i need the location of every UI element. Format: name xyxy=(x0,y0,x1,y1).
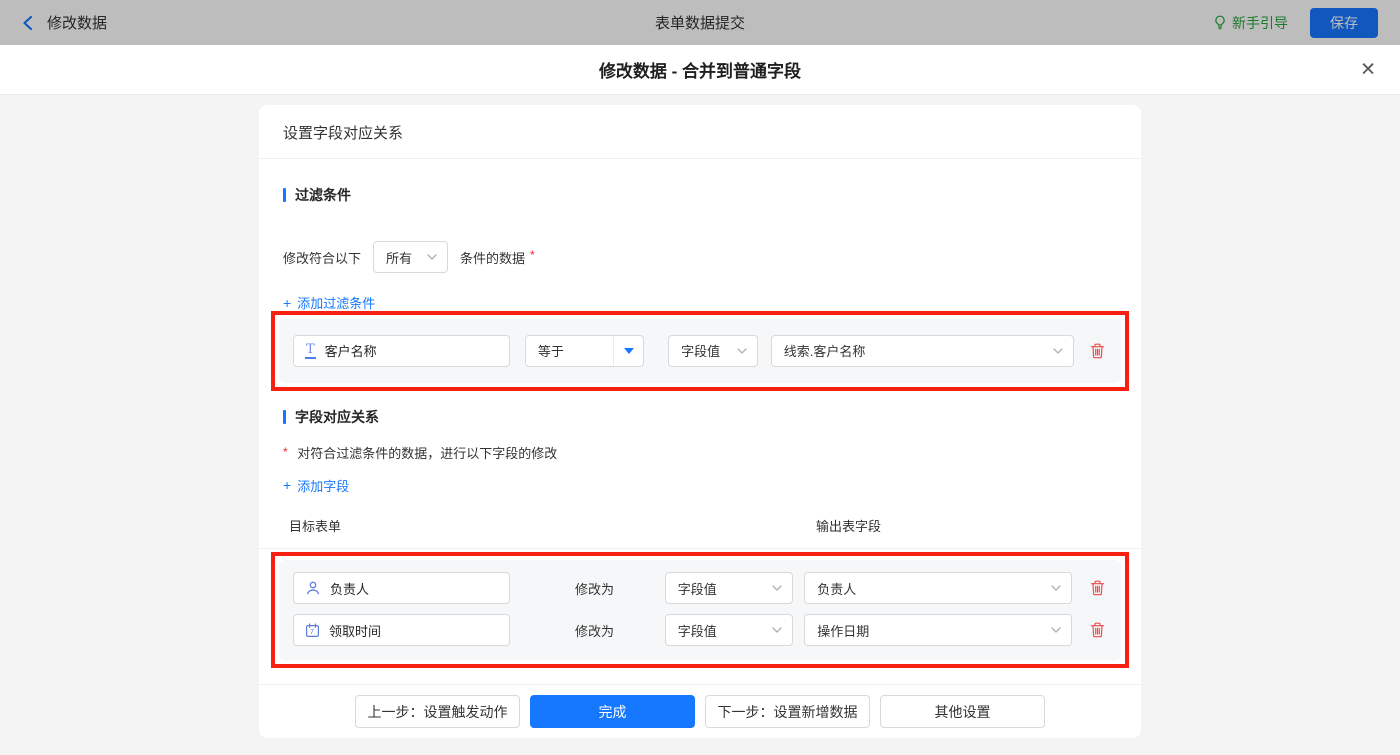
value-type-select[interactable]: 字段值 xyxy=(664,572,794,604)
chevron-down-icon xyxy=(1053,347,1063,354)
target-field-value: 领取时间 xyxy=(329,623,382,639)
delete-mapping-button[interactable] xyxy=(1088,620,1107,640)
action-label: 修改为 xyxy=(575,623,615,639)
modal-title: 修改数据 - 合并到普通字段 xyxy=(598,62,802,81)
value-type-select[interactable]: 字段值 xyxy=(664,614,794,646)
section-accent-bar xyxy=(283,409,286,424)
next-step-button[interactable]: 下一步：设置新增数据 xyxy=(705,695,870,728)
output-field-select[interactable]: 负责人 xyxy=(804,572,1072,604)
svg-text:7: 7 xyxy=(310,627,314,636)
chevron-down-icon xyxy=(737,347,747,354)
page-title: 表单数据提交 xyxy=(654,15,746,32)
value-type-value: 字段值 xyxy=(677,581,717,597)
filter-section-title-text: 过滤条件 xyxy=(295,187,351,203)
add-filter-condition-label: 添加过滤条件 xyxy=(297,296,376,311)
output-field-value: 操作日期 xyxy=(817,623,870,639)
card-body: 过滤条件 修改符合以下 所有 条件的数据 * + 添加过滤条件 T 客户名称 等… xyxy=(259,159,1141,684)
output-field-select[interactable]: 操作日期 xyxy=(804,614,1072,646)
compare-value-select[interactable]: 线索.客户名称 xyxy=(770,334,1074,367)
add-field-link[interactable]: + 添加字段 xyxy=(283,476,349,495)
value-type-value: 字段值 xyxy=(677,623,717,639)
close-icon[interactable]: ✕ xyxy=(1360,60,1376,79)
mapping-row: 7 领取时间 修改为 字段值 操作日期 xyxy=(293,614,1107,646)
target-field-input[interactable]: 7 领取时间 xyxy=(293,614,510,646)
lightbulb-icon xyxy=(1213,15,1227,30)
done-button[interactable]: 完成 xyxy=(530,695,695,728)
operator-value: 等于 xyxy=(537,344,564,359)
modal-body: 设置字段对应关系 过滤条件 修改符合以下 所有 条件的数据 * + 添加过滤条件… xyxy=(0,95,1400,755)
filter-field-input[interactable]: T 客户名称 xyxy=(293,334,510,367)
mapping-description: * 对符合过滤条件的数据，进行以下字段的修改 xyxy=(283,443,1117,462)
add-field-label: 添加字段 xyxy=(297,478,350,494)
add-filter-condition-link[interactable]: + 添加过滤条件 xyxy=(283,293,375,312)
filter-condition-line: 修改符合以下 所有 条件的数据 * xyxy=(283,241,1117,273)
prev-step-button[interactable]: 上一步：设置触发动作 xyxy=(355,695,520,728)
trash-icon xyxy=(1090,580,1105,596)
condition-suffix: 条件的数据 xyxy=(460,250,526,266)
back-label: 修改数据 xyxy=(47,15,108,32)
caret-down-glyph xyxy=(623,347,634,354)
settings-card: 设置字段对应关系 过滤条件 修改符合以下 所有 条件的数据 * + 添加过滤条件… xyxy=(259,105,1141,738)
match-mode-value: 所有 xyxy=(386,250,413,266)
compare-value: 线索.客户名称 xyxy=(783,344,866,359)
caret-down-icon[interactable] xyxy=(613,335,643,366)
match-mode-select[interactable]: 所有 xyxy=(373,241,449,273)
required-mark: * xyxy=(283,444,288,459)
filter-highlight-box: T 客户名称 等于 字段值 线索.客户名称 xyxy=(271,310,1129,391)
chevron-left-icon xyxy=(22,15,33,31)
filter-rows-panel: T 客户名称 等于 字段值 线索.客户名称 xyxy=(279,318,1121,383)
chevron-down-icon xyxy=(427,254,437,260)
delete-filter-button[interactable] xyxy=(1088,341,1107,361)
mapping-column-headers: 目标表单 输出表字段 xyxy=(259,516,1141,549)
mapping-section-title: 字段对应关系 xyxy=(283,407,1117,427)
trash-icon xyxy=(1090,622,1105,638)
trash-icon xyxy=(1090,343,1105,359)
chevron-down-icon xyxy=(772,585,782,591)
modal-header: 修改数据 - 合并到普通字段 ✕ xyxy=(0,45,1400,95)
plus-icon: + xyxy=(283,477,292,493)
topbar: 修改数据 表单数据提交 新手引导 保存 xyxy=(0,0,1400,45)
text-field-icon: T xyxy=(305,341,316,359)
chevron-down-icon xyxy=(1051,585,1061,591)
calendar-icon: 7 xyxy=(305,622,320,638)
mapping-description-text: 对符合过滤条件的数据，进行以下字段的修改 xyxy=(297,445,558,461)
condition-prefix: 修改符合以下 xyxy=(283,250,362,266)
action-label: 修改为 xyxy=(575,581,615,597)
required-mark: * xyxy=(530,248,535,262)
target-field-input[interactable]: 负责人 xyxy=(293,572,510,604)
user-icon xyxy=(305,580,321,596)
chevron-down-icon xyxy=(1051,627,1061,633)
column-header-output-field: 输出表字段 xyxy=(816,519,882,534)
mapping-highlight-box: 负责人 修改为 字段值 负责人 7 领取时间 修改为 字段值 操作日期 xyxy=(271,552,1129,668)
operator-select[interactable]: 等于 xyxy=(524,334,645,367)
value-type-select[interactable]: 字段值 xyxy=(668,334,758,367)
delete-mapping-button[interactable] xyxy=(1088,578,1107,598)
guide-label: 新手引导 xyxy=(1232,14,1288,31)
beginner-guide-link[interactable]: 新手引导 xyxy=(1213,13,1288,33)
filter-section-title: 过滤条件 xyxy=(283,185,1117,205)
target-field-value: 负责人 xyxy=(330,581,370,597)
chevron-down-icon xyxy=(772,627,782,633)
back-button[interactable]: 修改数据 xyxy=(22,12,107,33)
other-settings-button[interactable]: 其他设置 xyxy=(880,695,1045,728)
card-footer: 上一步：设置触发动作 完成 下一步：设置新增数据 其他设置 xyxy=(259,684,1141,738)
column-header-target-form: 目标表单 xyxy=(289,519,342,534)
filter-row: T 客户名称 等于 字段值 线索.客户名称 xyxy=(293,334,1107,367)
save-button[interactable]: 保存 xyxy=(1310,7,1378,38)
output-field-value: 负责人 xyxy=(817,581,857,597)
card-header-title: 设置字段对应关系 xyxy=(259,105,1141,159)
mapping-section-title-text: 字段对应关系 xyxy=(295,408,379,425)
filter-field-value: 客户名称 xyxy=(324,344,377,359)
section-accent-bar xyxy=(283,188,286,202)
value-type-value: 字段值 xyxy=(681,344,721,359)
mapping-row: 负责人 修改为 字段值 负责人 xyxy=(293,572,1107,604)
mapping-rows-panel: 负责人 修改为 字段值 负责人 7 领取时间 修改为 字段值 操作日期 xyxy=(279,560,1121,660)
plus-icon: + xyxy=(283,294,292,311)
